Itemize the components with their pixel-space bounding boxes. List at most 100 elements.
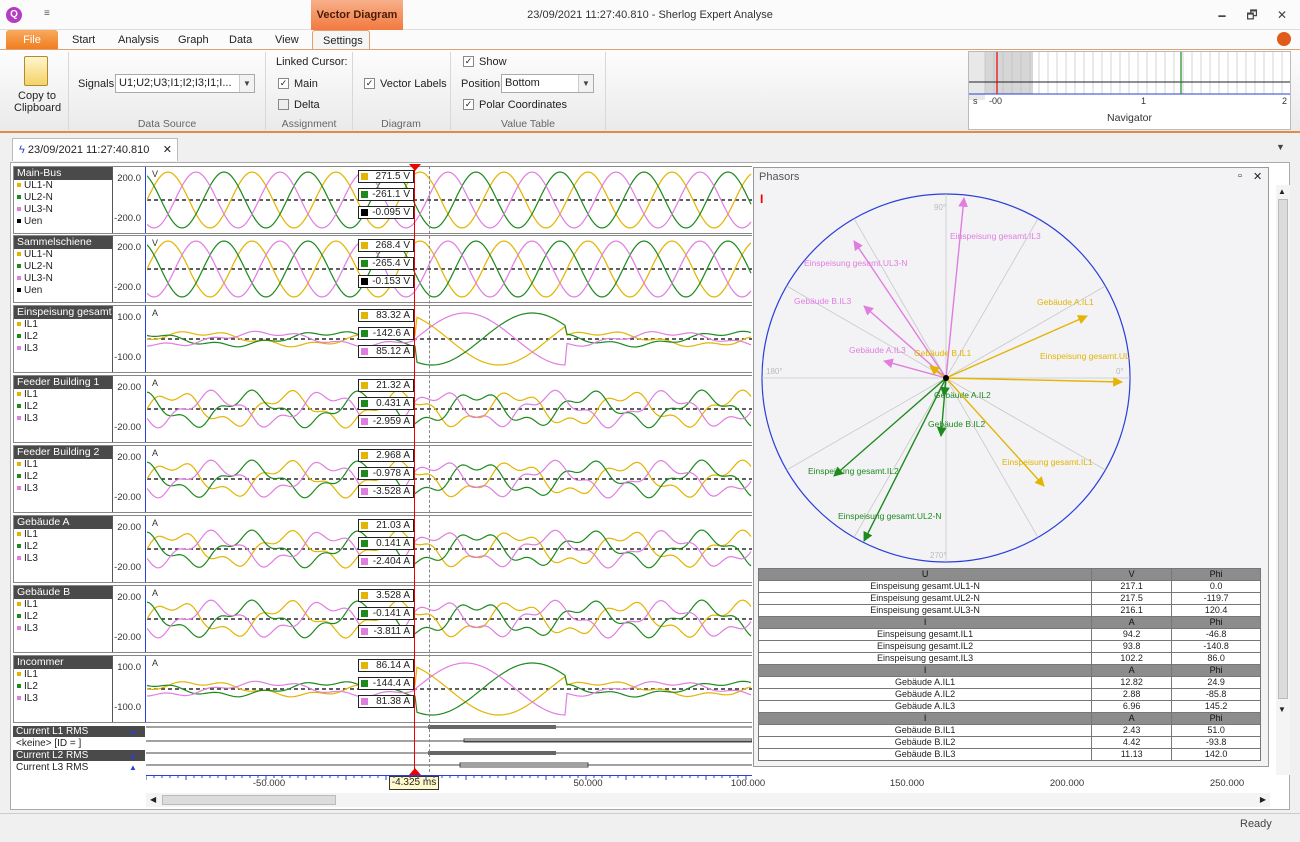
signal-row[interactable]: Einspeisung gesamt IL1 IL2 IL3 100.0 -100.0 A 8…	[13, 305, 752, 373]
vector-labels-checkbox[interactable]: ✓	[364, 78, 375, 89]
channel-label[interactable]: IL2	[14, 611, 112, 623]
waveform-plot[interactable]: V 271.5 V -261.1 V -0.095 V	[147, 167, 752, 233]
collapse-icon[interactable]: ▲	[129, 751, 137, 760]
scroll-up-icon[interactable]: ▲	[1278, 187, 1286, 196]
channel-label[interactable]: Uen	[14, 285, 112, 297]
chevron-down-icon[interactable]: ▼	[239, 75, 254, 92]
tab-graph[interactable]: Graph	[168, 30, 219, 50]
signal-legend[interactable]: Einspeisung gesamt IL1 IL2 IL3	[14, 306, 113, 372]
signal-row[interactable]: Gebäude A IL1 IL2 IL3 20.00 -20.00 A 21.03 A 0.1…	[13, 515, 752, 583]
cursor-value: -3.811 A	[358, 625, 414, 638]
position-combo[interactable]: Bottom ▼	[501, 74, 594, 93]
signal-legend[interactable]: Main-Bus UL1-N UL2-N UL3-N Uen	[14, 167, 113, 233]
signal-legend[interactable]: Gebäude B IL1 IL2 IL3	[14, 586, 113, 652]
channel-label[interactable]: IL1	[14, 319, 112, 331]
polar-coordinates-checkbox[interactable]: ✓	[463, 99, 474, 110]
signals-combo[interactable]: U1;U2;U3;I1;I2;I3;I1;I... ▼	[115, 74, 255, 93]
channel-label[interactable]: IL1	[14, 459, 112, 471]
waveform-plot[interactable]: A 83.32 A -142.6 A 85.12 A	[147, 306, 752, 372]
tab-settings[interactable]: Settings	[312, 30, 370, 50]
channel-label[interactable]: IL3	[14, 623, 112, 635]
collapse-icon[interactable]: ▲	[129, 763, 137, 772]
tab-file[interactable]: File	[6, 30, 58, 50]
tab-view[interactable]: View	[265, 30, 309, 50]
channel-label[interactable]: IL2	[14, 681, 112, 693]
cursor-handle-icon[interactable]	[409, 164, 421, 171]
channel-label[interactable]: IL3	[14, 413, 112, 425]
channel-label[interactable]: IL1	[14, 529, 112, 541]
scroll-right-icon[interactable]: ▶	[1260, 795, 1266, 804]
document-tab[interactable]: ϟ 23/09/2021 11:27:40.810 ✕	[12, 138, 178, 161]
channel-label[interactable]: IL1	[14, 669, 112, 681]
channel-label[interactable]: IL1	[14, 599, 112, 611]
signal-legend[interactable]: Feeder Building 2 IL1 IL2 IL3	[14, 446, 113, 512]
main-cursor-line[interactable]	[414, 166, 415, 772]
quick-access-toolbar-icon[interactable]: ≡	[44, 8, 50, 19]
channel-label[interactable]: IL3	[14, 483, 112, 495]
delta-checkbox[interactable]	[278, 99, 289, 110]
navigator-panel[interactable]: s -00 1 2 Navigator	[968, 51, 1291, 130]
waveform-plot[interactable]: V 268.4 V -265.4 V -0.153 V	[147, 236, 752, 302]
tab-list-chevron-down-icon[interactable]: ▼	[1276, 142, 1285, 152]
channel-label[interactable]: IL3	[14, 553, 112, 565]
channel-label[interactable]: UL3-N	[14, 204, 112, 216]
collapse-icon[interactable]: ▲	[129, 727, 137, 736]
close-tab-icon[interactable]: ✕	[163, 139, 172, 161]
navigator-overview[interactable]	[969, 52, 1290, 100]
scroll-down-icon[interactable]: ▼	[1278, 705, 1286, 714]
channel-label[interactable]: UL3-N	[14, 273, 112, 285]
channel-label[interactable]: Uen	[14, 216, 112, 228]
horizontal-scrollbar[interactable]: ◀ ▶	[146, 793, 1270, 807]
waveform-plot[interactable]: A 21.03 A 0.141 A -2.404 A	[147, 516, 752, 582]
signal-title: Gebäude B	[14, 586, 112, 599]
waveform-plot[interactable]: A 2.968 A -0.978 A -3.528 A	[147, 446, 752, 512]
signal-row[interactable]: Feeder Building 1 IL1 IL2 IL3 20.00 -20.00 A 21…	[13, 375, 752, 443]
copy-to-clipboard-button[interactable]: Copy to Clipboard	[14, 90, 61, 114]
channel-label[interactable]: IL2	[14, 331, 112, 343]
cursor-handle-icon[interactable]	[409, 768, 421, 775]
channel-label[interactable]: IL2	[14, 401, 112, 413]
signal-legend[interactable]: Feeder Building 1 IL1 IL2 IL3	[14, 376, 113, 442]
signal-row[interactable]: Gebäude B IL1 IL2 IL3 20.00 -20.00 A 3.528 A -0.…	[13, 585, 752, 653]
waveform-plot[interactable]: A 21.32 A 0.431 A -2.959 A	[147, 376, 752, 442]
signal-row[interactable]: Sammelschiene UL1-N UL2-N UL3-N Uen 200.0 -200…	[13, 235, 752, 303]
waveform-plot[interactable]: A 86.14 A -144.4 A 81.38 A	[147, 656, 752, 722]
channel-label[interactable]: UL2-N	[14, 192, 112, 204]
signal-legend[interactable]: Incommer IL1 IL2 IL3	[14, 656, 113, 722]
help-icon[interactable]	[1277, 32, 1291, 46]
channel-label[interactable]: UL1-N	[14, 249, 112, 261]
show-checkbox[interactable]: ✓	[463, 56, 474, 67]
minimize-button[interactable]: 🗕	[1212, 7, 1232, 23]
horizontal-scroll-thumb[interactable]	[162, 795, 336, 805]
delta-cursor-line[interactable]	[429, 166, 430, 772]
signal-legend[interactable]: Gebäude A IL1 IL2 IL3	[14, 516, 113, 582]
signal-legend[interactable]: Sammelschiene UL1-N UL2-N UL3-N Uen	[14, 236, 113, 302]
tab-analysis[interactable]: Analysis	[108, 30, 169, 50]
app-logo-icon[interactable]: Q	[6, 7, 22, 23]
phasor-diagram[interactable]: 90° 180° 0° 270° Einspeisung gesamt.IL3 Einsp…	[754, 186, 1268, 566]
close-panel-icon[interactable]: ✕	[1253, 170, 1262, 183]
channel-label[interactable]: UL2-N	[14, 261, 112, 273]
tab-data[interactable]: Data	[219, 30, 262, 50]
waveform-plot[interactable]: A 3.528 A -0.141 A -3.811 A	[147, 586, 752, 652]
channel-label[interactable]: IL3	[14, 693, 112, 705]
clipboard-icon[interactable]	[24, 56, 48, 86]
signal-row[interactable]: Main-Bus UL1-N UL2-N UL3-N Uen 200.0 -200.0 V 27…	[13, 166, 752, 234]
tab-start[interactable]: Start	[62, 30, 105, 50]
channel-label[interactable]: IL2	[14, 471, 112, 483]
signal-row[interactable]: Feeder Building 2 IL1 IL2 IL3 20.00 -20.00 A 2.…	[13, 445, 752, 513]
channel-label[interactable]: IL1	[14, 389, 112, 401]
vertical-scroll-thumb[interactable]	[1278, 199, 1288, 699]
maximize-button[interactable]: 🗗	[1242, 7, 1262, 23]
signal-row[interactable]: Incommer IL1 IL2 IL3 100.0 -100.0 A 86.14 A -144…	[13, 655, 752, 723]
channel-label[interactable]: IL2	[14, 541, 112, 553]
restore-icon[interactable]: ▫	[1238, 170, 1242, 182]
channel-label[interactable]: IL3	[14, 343, 112, 355]
chevron-down-icon[interactable]: ▼	[578, 75, 593, 92]
navigator-visible-range[interactable]	[985, 52, 1033, 94]
vertical-scrollbar[interactable]: ▲ ▼	[1276, 185, 1290, 775]
main-checkbox[interactable]: ✓	[278, 78, 289, 89]
scroll-left-icon[interactable]: ◀	[150, 795, 156, 804]
channel-label[interactable]: UL1-N	[14, 180, 112, 192]
close-button[interactable]: ✕	[1272, 7, 1292, 23]
